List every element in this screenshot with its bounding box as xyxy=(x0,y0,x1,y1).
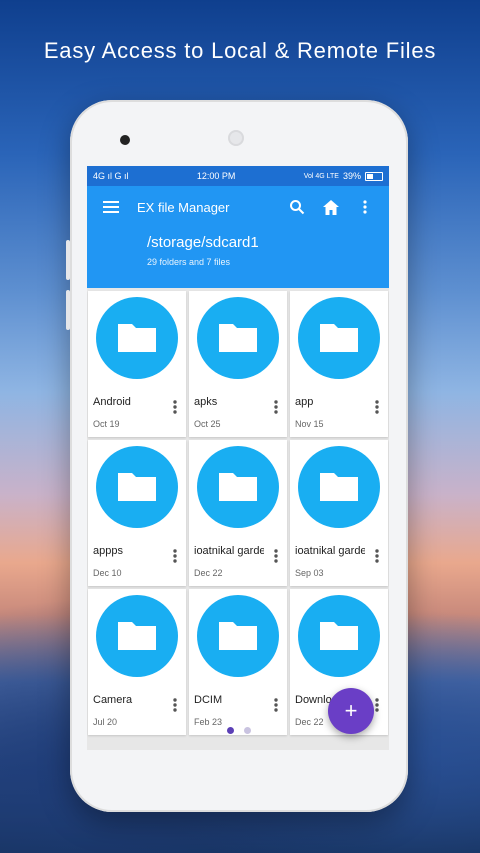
app-title: EX file Manager xyxy=(137,199,230,215)
menu-icon[interactable] xyxy=(97,193,125,221)
folder-card[interactable]: Android Oct 19 xyxy=(88,291,186,437)
folder-date: Oct 25 xyxy=(194,419,221,429)
earpiece xyxy=(228,130,244,146)
more-vert-icon[interactable] xyxy=(351,193,379,221)
folder-more-icon[interactable] xyxy=(374,399,380,415)
folder-icon xyxy=(197,297,279,379)
folder-date: Dec 10 xyxy=(93,568,122,578)
folder-icon xyxy=(96,297,178,379)
page-dot xyxy=(244,727,251,734)
folder-icon xyxy=(197,595,279,677)
folder-name: app xyxy=(295,396,314,408)
folder-grid: Android Oct 19 apks Oct 25 app Nov 15 appps Dec… xyxy=(87,288,389,735)
folder-name: DCIM xyxy=(194,694,223,706)
folder-card[interactable]: Camera Jul 20 xyxy=(88,589,186,735)
path-header: /storage/sdcard1 29 folders and 7 files xyxy=(87,228,389,288)
promo-headline: Easy Access to Local & Remote Files xyxy=(43,38,437,63)
battery-icon xyxy=(365,171,383,181)
folder-more-icon[interactable] xyxy=(273,399,279,415)
folder-date: Nov 15 xyxy=(295,419,324,429)
folder-card[interactable]: appps Dec 10 xyxy=(88,440,186,586)
folder-date: Sep 03 xyxy=(295,568,324,578)
search-icon[interactable] xyxy=(283,193,311,221)
folder-icon xyxy=(298,297,380,379)
folder-more-icon[interactable] xyxy=(172,399,178,415)
phone-frame: 4G ıl G ıl 12:00 PM Vol 4G LTE 39% EX fi… xyxy=(66,100,408,812)
folder-icon xyxy=(96,446,178,528)
front-camera xyxy=(120,135,130,145)
folder-more-icon[interactable] xyxy=(374,697,380,713)
folder-file-count: 29 folders and 7 files xyxy=(147,257,231,267)
folder-more-icon[interactable] xyxy=(172,697,178,713)
folder-more-icon[interactable] xyxy=(273,548,279,564)
folder-card[interactable]: apks Oct 25 xyxy=(189,291,287,437)
app-bar: EX file Manager xyxy=(87,186,389,228)
folder-icon xyxy=(197,446,279,528)
folder-card[interactable]: ioatnikal garde Sep 03 xyxy=(290,440,388,586)
current-path[interactable]: /storage/sdcard1 xyxy=(147,228,389,251)
plus-icon: + xyxy=(344,698,358,723)
phone-screen: 4G ıl G ıl 12:00 PM Vol 4G LTE 39% EX fi… xyxy=(87,166,389,750)
folder-name: ioatnikal garde xyxy=(194,545,264,557)
folder-name: appps xyxy=(93,545,123,557)
folder-date: Feb 23 xyxy=(194,717,223,727)
signal-indicator: 4G ıl G ıl xyxy=(93,171,129,181)
battery-percent: 39% xyxy=(342,171,361,181)
folder-icon xyxy=(96,595,178,677)
folder-name: Camera xyxy=(93,694,133,706)
folder-more-icon[interactable] xyxy=(374,548,380,564)
volume-up-button xyxy=(66,240,70,280)
folder-icon xyxy=(298,595,380,677)
folder-card[interactable]: DCIM Feb 23 xyxy=(189,589,287,735)
folder-date: Dec 22 xyxy=(295,717,324,727)
status-bar: 4G ıl G ıl 12:00 PM Vol 4G LTE 39% xyxy=(87,166,389,186)
folder-date: Jul 20 xyxy=(93,717,118,727)
folder-name: ioatnikal garde xyxy=(295,545,365,557)
page-dot-active xyxy=(227,727,234,734)
folder-more-icon[interactable] xyxy=(273,697,279,713)
folder-name: apks xyxy=(194,396,218,408)
volume-down-button xyxy=(66,290,70,330)
folder-date: Dec 22 xyxy=(194,568,223,578)
status-time: 12:00 PM xyxy=(196,171,236,181)
home-icon[interactable] xyxy=(317,193,345,221)
folder-card[interactable]: app Nov 15 xyxy=(290,291,388,437)
folder-date: Oct 19 xyxy=(93,419,120,429)
folder-icon xyxy=(298,446,380,528)
network-type: Vol 4G LTE xyxy=(303,172,339,180)
folder-more-icon[interactable] xyxy=(172,548,178,564)
page-indicator xyxy=(227,727,251,734)
folder-name: Android xyxy=(93,396,131,408)
add-fab-button[interactable]: + xyxy=(328,688,374,734)
folder-card[interactable]: ioatnikal garde Dec 22 xyxy=(189,440,287,586)
